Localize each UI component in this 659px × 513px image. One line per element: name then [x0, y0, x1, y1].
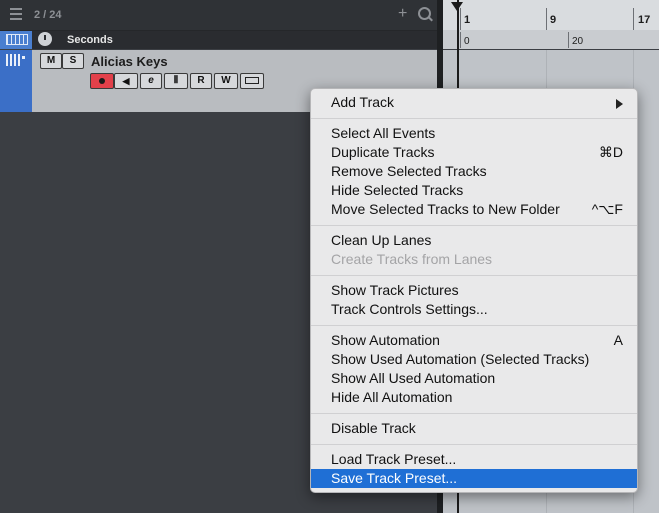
menu-item-clean-up-lanes[interactable]: Clean Up Lanes	[311, 231, 637, 250]
track-settings-button[interactable]	[240, 73, 264, 89]
seconds-tick	[568, 32, 569, 48]
track-expand-icon[interactable]	[22, 56, 25, 59]
bar-label: 9	[550, 14, 557, 26]
menu-item-add-track[interactable]: Add Track	[311, 93, 637, 112]
shortcut: A	[613, 332, 623, 348]
menu-separator	[311, 118, 637, 119]
menu-item-select-all-events[interactable]: Select All Events	[311, 124, 637, 143]
mute-button[interactable]: M	[40, 53, 62, 69]
menu-item-move-to-folder[interactable]: Move Selected Tracks to New Folder ^⌥F	[311, 200, 637, 219]
edit-instrument-button[interactable]: ⦀	[164, 73, 188, 89]
submenu-arrow-icon	[616, 99, 623, 109]
menu-item-create-tracks-from-lanes: Create Tracks from Lanes	[331, 251, 493, 267]
seconds-label: 20	[572, 36, 584, 47]
menu-item-load-track-preset[interactable]: Load Track Preset...	[311, 450, 637, 469]
speaker-icon: ◀	[122, 76, 130, 86]
menu-item-duplicate-tracks[interactable]: Duplicate Tracks ⌘D	[311, 143, 637, 162]
track-list-header	[0, 0, 440, 31]
menu-separator	[311, 325, 637, 326]
bar-label: 17	[638, 14, 651, 26]
read-automation-button[interactable]: R	[190, 73, 212, 89]
menu-item-show-track-pictures[interactable]: Show Track Pictures	[311, 281, 637, 300]
menu-item-track-controls-settings[interactable]: Track Controls Settings...	[311, 300, 637, 319]
edit-e-icon: e	[148, 75, 154, 86]
seconds-ruler[interactable]	[443, 30, 659, 49]
seconds-tick	[460, 32, 461, 48]
bar-tick	[633, 8, 634, 30]
search-icon[interactable]	[418, 7, 431, 20]
monitor-button[interactable]: ◀	[114, 73, 138, 89]
seconds-label: 0	[464, 36, 470, 47]
bar-tick	[546, 8, 547, 30]
lanes-icon	[245, 77, 259, 84]
playhead-icon[interactable]	[451, 2, 463, 11]
track-name[interactable]: Alicias Keys	[91, 54, 168, 69]
context-menu: Add Track Select All Events Duplicate Tr…	[310, 88, 638, 493]
ruler-track-format[interactable]: Seconds	[67, 34, 113, 46]
shortcut: ⌘D	[598, 144, 623, 160]
menu-item-show-automation[interactable]: Show Automation A	[311, 331, 637, 350]
menu-item-show-all-used-automation[interactable]: Show All Used Automation	[311, 369, 637, 388]
record-enable-button[interactable]	[90, 73, 114, 89]
menu-item-hide-selected-tracks[interactable]: Hide Selected Tracks	[311, 181, 637, 200]
write-automation-button[interactable]: W	[214, 73, 238, 89]
track-count: 2 / 24	[34, 9, 62, 21]
menu-item-remove-selected-tracks[interactable]: Remove Selected Tracks	[311, 162, 637, 181]
bar-tick	[460, 8, 461, 30]
menu-item-save-track-preset[interactable]: Save Track Preset...	[311, 469, 637, 488]
ruler-track-row[interactable]	[0, 31, 437, 49]
record-icon	[99, 78, 105, 84]
solo-button[interactable]: S	[62, 53, 84, 69]
menu-separator	[311, 444, 637, 445]
menu-separator	[311, 275, 637, 276]
edit-channel-button[interactable]: e	[140, 73, 162, 89]
menu-item-show-used-automation-selected[interactable]: Show Used Automation (Selected Tracks)	[311, 350, 637, 369]
menu-separator	[311, 225, 637, 226]
ruler-icon	[6, 34, 28, 45]
add-track-icon[interactable]: +	[398, 5, 407, 23]
instrument-track-icon	[6, 54, 20, 66]
menu-item-disable-track[interactable]: Disable Track	[311, 419, 637, 438]
menu-separator	[311, 413, 637, 414]
clock-icon[interactable]	[38, 32, 52, 46]
track-list-menu-icon[interactable]	[10, 8, 22, 20]
bar-label: 1	[464, 14, 471, 26]
keyboard-icon: ⦀	[173, 75, 179, 86]
shortcut: ^⌥F	[591, 201, 623, 217]
menu-item-hide-all-automation[interactable]: Hide All Automation	[311, 388, 637, 407]
